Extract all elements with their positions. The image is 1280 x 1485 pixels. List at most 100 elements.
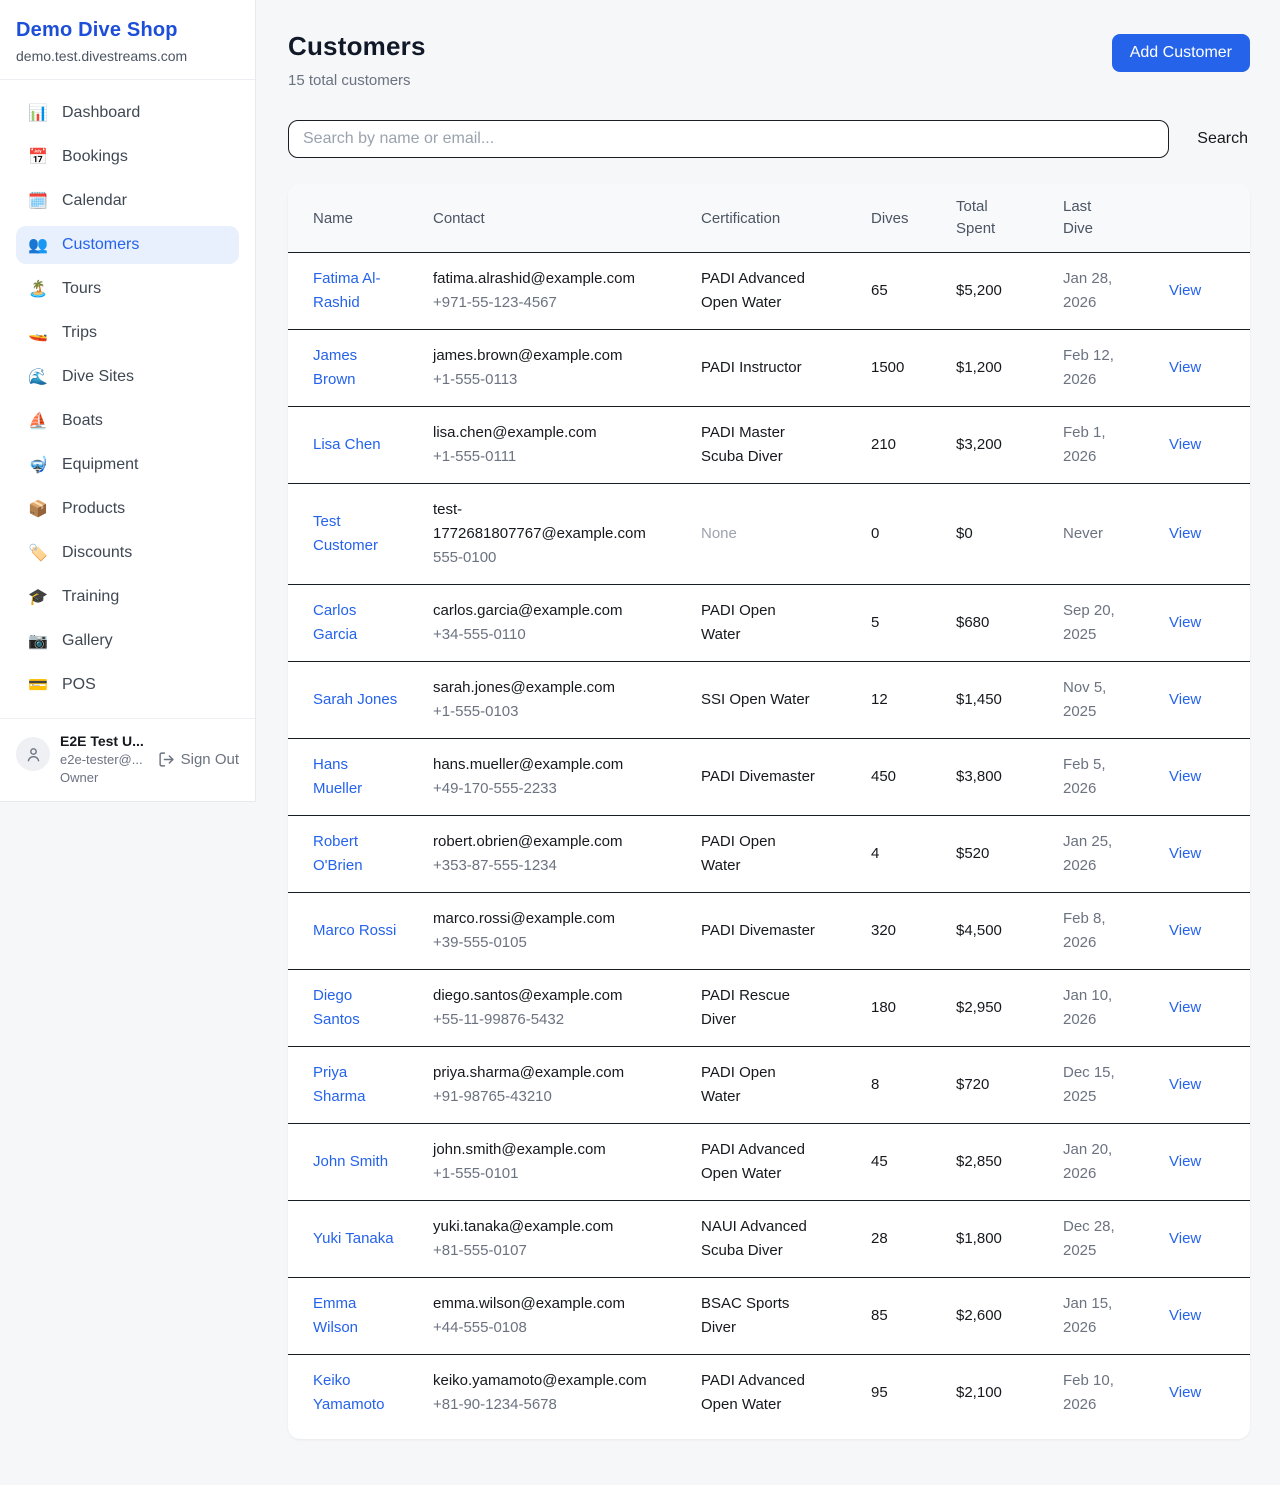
customer-last-dive: Feb 10, 2026 xyxy=(1063,1355,1169,1440)
brand-title[interactable]: Demo Dive Shop xyxy=(16,19,239,42)
customer-name-link[interactable]: Test Customer xyxy=(313,513,378,554)
sidebar-item-calendar[interactable]: 🗓️ Calendar xyxy=(16,182,239,220)
view-link[interactable]: View xyxy=(1169,845,1201,862)
customer-email: carlos.garcia@example.com xyxy=(433,599,653,623)
customer-certification: PADI Open Water xyxy=(701,1047,871,1124)
view-link[interactable]: View xyxy=(1169,691,1201,708)
customer-dives: 12 xyxy=(871,662,956,739)
tours-icon: 🏝️ xyxy=(28,279,48,299)
sidebar-item-customers[interactable]: 👥 Customers xyxy=(16,226,239,264)
customers-icon: 👥 xyxy=(28,235,48,255)
customer-name-link[interactable]: Fatima Al-Rashid xyxy=(313,270,381,311)
table-row: Emma Wilson emma.wilson@example.com +44-… xyxy=(288,1278,1250,1355)
add-customer-button[interactable]: Add Customer xyxy=(1112,34,1250,72)
view-link[interactable]: View xyxy=(1169,1076,1201,1093)
sidebar-item-training[interactable]: 🎓 Training xyxy=(16,578,239,616)
customer-email: keiko.yamamoto@example.com xyxy=(433,1369,653,1393)
customer-certification: NAUI Advanced Scuba Diver xyxy=(701,1201,871,1278)
view-link[interactable]: View xyxy=(1169,359,1201,376)
search-input[interactable] xyxy=(288,120,1169,158)
sidebar-item-gallery[interactable]: 📷 Gallery xyxy=(16,622,239,660)
customer-phone: +44-555-0108 xyxy=(433,1316,653,1340)
sidebar-item-boats[interactable]: ⛵ Boats xyxy=(16,402,239,440)
customer-dives: 1500 xyxy=(871,330,956,407)
view-link[interactable]: View xyxy=(1169,614,1201,631)
sidebar-item-tours[interactable]: 🏝️ Tours xyxy=(16,270,239,308)
sidebar-item-pos[interactable]: 💳 POS xyxy=(16,666,239,704)
customer-email: marco.rossi@example.com xyxy=(433,907,653,931)
view-link[interactable]: View xyxy=(1169,1153,1201,1170)
view-link[interactable]: View xyxy=(1169,282,1201,299)
customer-name-link[interactable]: Robert O'Brien xyxy=(313,833,363,874)
customer-certification: PADI Advanced Open Water xyxy=(701,1124,871,1201)
sidebar-item-equipment[interactable]: 🤿 Equipment xyxy=(16,446,239,484)
view-link[interactable]: View xyxy=(1169,1307,1201,1324)
view-link[interactable]: View xyxy=(1169,1230,1201,1247)
table-row: Yuki Tanaka yuki.tanaka@example.com +81-… xyxy=(288,1201,1250,1278)
customer-certification: SSI Open Water xyxy=(701,662,871,739)
customer-email: john.smith@example.com xyxy=(433,1138,653,1162)
customer-name-link[interactable]: Lisa Chen xyxy=(313,436,381,453)
column-header-certification: Certification xyxy=(701,184,871,253)
customer-name-link[interactable]: James Brown xyxy=(313,347,357,388)
customer-phone: 555-0100 xyxy=(433,546,653,570)
customer-email: yuki.tanaka@example.com xyxy=(433,1215,653,1239)
customer-name-link[interactable]: Keiko Yamamoto xyxy=(313,1372,384,1413)
customer-name-link[interactable]: Emma Wilson xyxy=(313,1295,358,1336)
customer-phone: +81-90-1234-5678 xyxy=(433,1393,653,1417)
sidebar-item-bookings[interactable]: 📅 Bookings xyxy=(16,138,239,176)
customer-name-link[interactable]: Priya Sharma xyxy=(313,1064,366,1105)
customer-email: priya.sharma@example.com xyxy=(433,1061,653,1085)
customer-name-link[interactable]: Hans Mueller xyxy=(313,756,362,797)
search-button[interactable]: Search xyxy=(1195,122,1250,156)
customer-total-spent: $1,450 xyxy=(956,662,1063,739)
view-link[interactable]: View xyxy=(1169,525,1201,542)
customer-total-spent: $1,800 xyxy=(956,1201,1063,1278)
view-link[interactable]: View xyxy=(1169,1384,1201,1401)
customer-total-spent: $4,500 xyxy=(956,893,1063,970)
customer-certification: BSAC Sports Diver xyxy=(701,1278,871,1355)
column-header-name: Name xyxy=(288,184,433,253)
customer-dives: 4 xyxy=(871,816,956,893)
customer-name-link[interactable]: Sarah Jones xyxy=(313,691,397,708)
customer-name-link[interactable]: John Smith xyxy=(313,1153,388,1170)
customer-phone: +34-555-0110 xyxy=(433,623,653,647)
customer-dives: 28 xyxy=(871,1201,956,1278)
sidebar-item-discounts[interactable]: 🏷️ Discounts xyxy=(16,534,239,572)
customer-phone: +1-555-0113 xyxy=(433,368,653,392)
user-info: E2E Test U... e2e-tester@... Sign Out Ow… xyxy=(60,733,239,785)
table-row: Keiko Yamamoto keiko.yamamoto@example.co… xyxy=(288,1355,1250,1440)
customer-name-link[interactable]: Yuki Tanaka xyxy=(313,1230,394,1247)
customer-certification: PADI Instructor xyxy=(701,330,871,407)
customer-name-link[interactable]: Diego Santos xyxy=(313,987,360,1028)
customer-last-dive: Jan 25, 2026 xyxy=(1063,816,1169,893)
view-link[interactable]: View xyxy=(1169,768,1201,785)
table-row: Robert O'Brien robert.obrien@example.com… xyxy=(288,816,1250,893)
sidebar-item-trips[interactable]: 🚤 Trips xyxy=(16,314,239,352)
customer-last-dive: Never xyxy=(1063,484,1169,585)
customer-dives: 320 xyxy=(871,893,956,970)
customer-total-spent: $3,800 xyxy=(956,739,1063,816)
customer-last-dive: Jan 10, 2026 xyxy=(1063,970,1169,1047)
customer-email: fatima.alrashid@example.com xyxy=(433,267,653,291)
sidebar-item-dive-sites[interactable]: 🌊 Dive Sites xyxy=(16,358,239,396)
user-name: E2E Test U... xyxy=(60,733,239,749)
table-row: Priya Sharma priya.sharma@example.com +9… xyxy=(288,1047,1250,1124)
view-link[interactable]: View xyxy=(1169,436,1201,453)
column-header-contact: Contact xyxy=(433,184,701,253)
table-row: Fatima Al-Rashid fatima.alrashid@example… xyxy=(288,253,1250,330)
customer-certification: PADI Open Water xyxy=(701,816,871,893)
customer-total-spent: $2,100 xyxy=(956,1355,1063,1440)
customer-name-link[interactable]: Marco Rossi xyxy=(313,922,396,939)
table-row: Hans Mueller hans.mueller@example.com +4… xyxy=(288,739,1250,816)
customer-dives: 210 xyxy=(871,407,956,484)
customer-name-link[interactable]: Carlos Garcia xyxy=(313,602,357,643)
view-link[interactable]: View xyxy=(1169,999,1201,1016)
customer-certification: PADI Divemaster xyxy=(701,739,871,816)
sign-out-button[interactable]: Sign Out xyxy=(158,751,239,768)
sidebar-item-dashboard[interactable]: 📊 Dashboard xyxy=(16,94,239,132)
customer-email: lisa.chen@example.com xyxy=(433,421,653,445)
sidebar-item-products[interactable]: 📦 Products xyxy=(16,490,239,528)
table-row: Diego Santos diego.santos@example.com +5… xyxy=(288,970,1250,1047)
view-link[interactable]: View xyxy=(1169,922,1201,939)
